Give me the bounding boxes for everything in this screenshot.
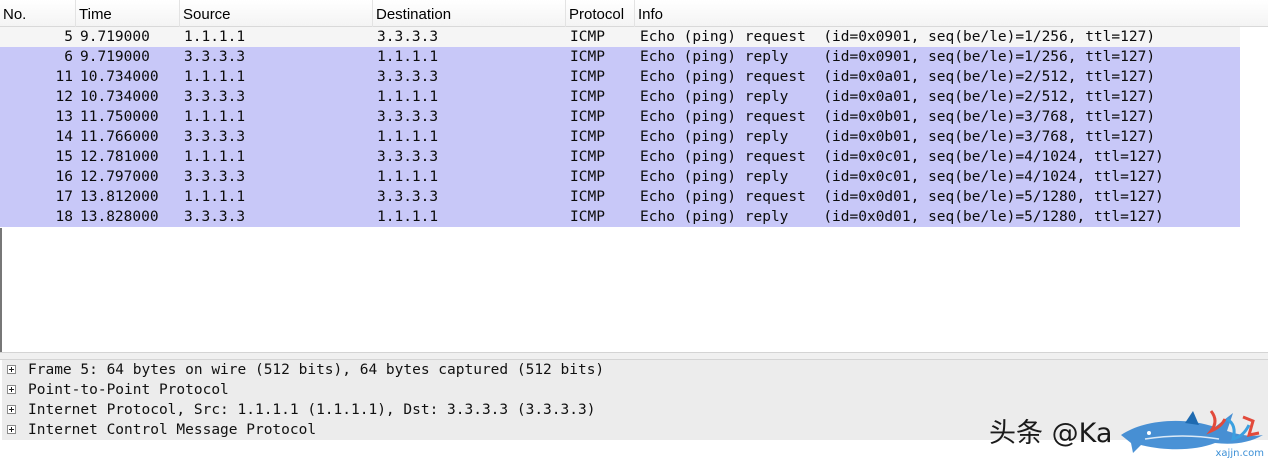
packet-source-cell: 3.3.3.3 <box>184 89 246 105</box>
packet-source-cell: 3.3.3.3 <box>184 49 246 65</box>
packet-time-cell: 9.719000 <box>80 49 150 65</box>
packet-destination-cell: 1.1.1.1 <box>377 89 439 105</box>
packet-protocol-cell: ICMP <box>570 29 605 45</box>
packet-info-cell: Echo (ping) request (id=0x0d01, seq(be/l… <box>640 189 1164 205</box>
packet-no-cell: 5 <box>64 29 73 45</box>
packet-info-cell: Echo (ping) reply (id=0x0a01, seq(be/le)… <box>640 89 1156 105</box>
packet-destination-cell: 1.1.1.1 <box>377 209 439 225</box>
packet-row[interactable]: 18 13.828000 3.3.3.3 1.1.1.1 ICMP Echo (ping)… <box>0 207 1240 227</box>
column-no[interactable]: No. <box>0 0 76 27</box>
packet-destination-cell: 3.3.3.3 <box>377 149 439 165</box>
packet-time-cell: 12.781000 <box>80 149 159 165</box>
packet-source-cell: 3.3.3.3 <box>184 129 246 145</box>
packet-no-cell: 16 <box>55 169 73 185</box>
packet-destination-cell: 3.3.3.3 <box>377 109 439 125</box>
packet-info-cell: Echo (ping) reply (id=0x0b01, seq(be/le)… <box>640 129 1156 145</box>
column-header: No. Time Source Destination Protocol Inf… <box>0 0 1268 27</box>
packet-protocol-cell: ICMP <box>570 69 605 85</box>
packet-no-cell: 6 <box>64 49 73 65</box>
packet-time-cell: 10.734000 <box>80 69 159 85</box>
packet-destination-cell: 1.1.1.1 <box>377 169 439 185</box>
packet-row[interactable]: 12 10.734000 3.3.3.3 1.1.1.1 ICMP Echo (ping)… <box>0 87 1240 107</box>
packet-row[interactable]: 11 10.734000 1.1.1.1 3.3.3.3 ICMP Echo (ping)… <box>0 67 1240 87</box>
packet-row[interactable]: 6 9.719000 3.3.3.3 1.1.1.1 ICMP Echo (ping) r… <box>0 47 1240 67</box>
packet-row[interactable]: 14 11.766000 3.3.3.3 1.1.1.1 ICMP Echo (ping)… <box>0 127 1240 147</box>
detail-tree-label: Frame 5: 64 bytes on wire (512 bits), 64… <box>28 362 605 378</box>
packet-rows: 5 9.719000 1.1.1.1 3.3.3.3 ICMP Echo (ping) r… <box>0 27 1268 227</box>
column-protocol[interactable]: Protocol <box>566 0 635 27</box>
packet-info-cell: Echo (ping) request (id=0x0c01, seq(be/l… <box>640 149 1164 165</box>
column-source[interactable]: Source <box>180 0 373 27</box>
packet-destination-cell: 1.1.1.1 <box>377 49 439 65</box>
packet-row[interactable]: 13 11.750000 1.1.1.1 3.3.3.3 ICMP Echo (ping)… <box>0 107 1240 127</box>
packet-source-cell: 1.1.1.1 <box>184 149 246 165</box>
packet-time-cell: 9.719000 <box>80 29 150 45</box>
packet-protocol-cell: ICMP <box>570 49 605 65</box>
watermark: 头条 @Ka xajjn.com <box>985 405 1268 459</box>
packet-info-cell: Echo (ping) reply (id=0x0c01, seq(be/le)… <box>640 169 1164 185</box>
packet-destination-cell: 3.3.3.3 <box>377 69 439 85</box>
packet-info-cell: Echo (ping) reply (id=0x0901, seq(be/le)… <box>640 49 1156 65</box>
packet-time-cell: 13.828000 <box>80 209 159 225</box>
pane-splitter[interactable] <box>0 352 1268 360</box>
packet-destination-cell: 1.1.1.1 <box>377 129 439 145</box>
column-time[interactable]: Time <box>76 0 180 27</box>
packet-row[interactable]: 15 12.781000 1.1.1.1 3.3.3.3 ICMP Echo (ping)… <box>0 147 1240 167</box>
packet-protocol-cell: ICMP <box>570 189 605 205</box>
packet-source-cell: 1.1.1.1 <box>184 29 246 45</box>
packet-time-cell: 12.797000 <box>80 169 159 185</box>
packet-source-cell: 1.1.1.1 <box>184 109 246 125</box>
detail-tree-label: Internet Protocol, Src: 1.1.1.1 (1.1.1.1… <box>28 402 596 418</box>
packet-destination-cell: 3.3.3.3 <box>377 29 439 45</box>
expand-plus-icon[interactable] <box>7 425 16 434</box>
packet-time-cell: 11.766000 <box>80 129 159 145</box>
packet-no-cell: 13 <box>55 109 73 125</box>
detail-tree-label: Internet Control Message Protocol <box>28 422 317 438</box>
packet-protocol-cell: ICMP <box>570 149 605 165</box>
packet-protocol-cell: ICMP <box>570 89 605 105</box>
packet-protocol-cell: ICMP <box>570 129 605 145</box>
packet-no-cell: 18 <box>55 209 73 225</box>
packet-source-cell: 3.3.3.3 <box>184 209 246 225</box>
packet-row[interactable]: 17 13.812000 1.1.1.1 3.3.3.3 ICMP Echo (ping)… <box>0 187 1240 207</box>
packet-row[interactable]: 5 9.719000 1.1.1.1 3.3.3.3 ICMP Echo (ping) r… <box>0 27 1240 47</box>
expand-plus-icon[interactable] <box>7 385 16 394</box>
expand-plus-icon[interactable] <box>7 365 16 374</box>
expand-plus-icon[interactable] <box>7 405 16 414</box>
packet-info-cell: Echo (ping) request (id=0x0b01, seq(be/l… <box>640 109 1156 125</box>
watermark-text: 头条 @Ka <box>989 418 1113 449</box>
detail-tree-item[interactable]: Point-to-Point Protocol <box>2 380 1268 400</box>
watermark-url: xajjn.com <box>1215 448 1264 459</box>
detail-tree-label: Point-to-Point Protocol <box>28 382 229 398</box>
packet-no-cell: 14 <box>55 129 73 145</box>
column-destination[interactable]: Destination <box>373 0 566 27</box>
packet-protocol-cell: ICMP <box>570 169 605 185</box>
packet-source-cell: 1.1.1.1 <box>184 189 246 205</box>
packet-info-cell: Echo (ping) request (id=0x0901, seq(be/l… <box>640 29 1156 45</box>
packet-row[interactable]: 16 12.797000 3.3.3.3 1.1.1.1 ICMP Echo (ping)… <box>0 167 1240 187</box>
left-edge-line <box>0 228 2 352</box>
packet-list[interactable]: No. Time Source Destination Protocol Inf… <box>0 0 1268 352</box>
packet-protocol-cell: ICMP <box>570 209 605 225</box>
packet-source-cell: 1.1.1.1 <box>184 69 246 85</box>
packet-info-cell: Echo (ping) request (id=0x0a01, seq(be/l… <box>640 69 1156 85</box>
packet-destination-cell: 3.3.3.3 <box>377 189 439 205</box>
packet-time-cell: 10.734000 <box>80 89 159 105</box>
packet-protocol-cell: ICMP <box>570 109 605 125</box>
detail-tree-item[interactable]: Frame 5: 64 bytes on wire (512 bits), 64… <box>2 360 1268 380</box>
packet-no-cell: 11 <box>55 69 73 85</box>
packet-no-cell: 12 <box>55 89 73 105</box>
packet-time-cell: 13.812000 <box>80 189 159 205</box>
packet-no-cell: 15 <box>55 149 73 165</box>
packet-no-cell: 17 <box>55 189 73 205</box>
packet-time-cell: 11.750000 <box>80 109 159 125</box>
packet-source-cell: 3.3.3.3 <box>184 169 246 185</box>
packet-info-cell: Echo (ping) reply (id=0x0d01, seq(be/le)… <box>640 209 1164 225</box>
column-info[interactable]: Info <box>635 0 1268 27</box>
